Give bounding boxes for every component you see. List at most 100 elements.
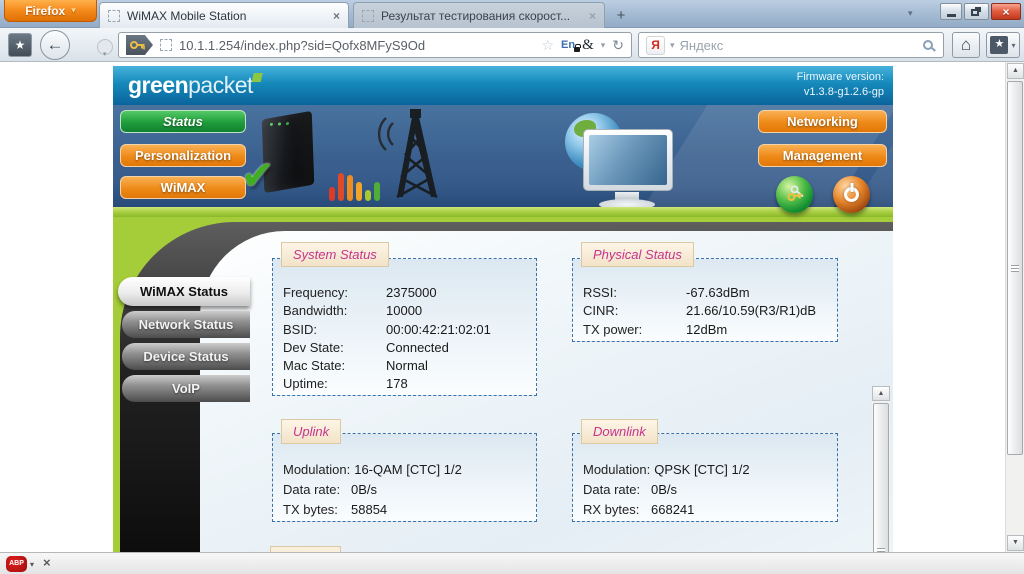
- status-row: CINR:21.66/10.59(R3/R1)dB: [583, 302, 831, 320]
- firefox-menu-label: Firefox: [25, 4, 65, 18]
- content-area: WiMAX Status Network Status Device Statu…: [113, 217, 893, 552]
- panel-title: Downlink: [581, 419, 658, 444]
- yandex-engine-icon[interactable]: Я: [646, 36, 665, 55]
- firmware-version: Firmware version: v1.3.8-g1.2.6-gp: [797, 70, 884, 100]
- green-divider-strip: [113, 207, 893, 217]
- status-row: Modulation:QPSK [CTC] 1/2: [583, 460, 831, 480]
- scroll-down-arrow-icon[interactable]: ▼: [1007, 535, 1024, 551]
- url-bar[interactable]: ☆ En & ▾ ↻: [118, 32, 632, 58]
- status-row: RSSI:-67.63dBm: [583, 284, 831, 302]
- star-icon: ★: [990, 36, 1008, 54]
- chevron-down-icon: ▾: [71, 5, 76, 16]
- monitor-icon: [583, 129, 673, 191]
- site-identity-key-icon[interactable]: [126, 35, 153, 55]
- login-keys-button[interactable]: [776, 176, 813, 213]
- back-arrow-icon: ←: [47, 35, 64, 54]
- history-chevron-icon[interactable]: ▾: [103, 50, 107, 58]
- radio-tower-icon: [363, 107, 449, 204]
- tab-title: Результат тестирования скорост...: [381, 9, 582, 23]
- engine-chevron-icon[interactable]: ▾: [670, 40, 675, 51]
- sidebar-tab-network-status[interactable]: Network Status: [122, 311, 250, 338]
- tab-speed-test-result[interactable]: Результат тестирования скорост... ×: [353, 2, 605, 28]
- status-row: Modulation:16-QAM [CTC] 1/2: [283, 460, 530, 480]
- scroll-up-arrow-icon[interactable]: ▲: [872, 386, 890, 401]
- home-icon: ⌂: [961, 35, 971, 54]
- tab-close-icon[interactable]: ×: [333, 9, 340, 23]
- new-tab-button[interactable]: +: [610, 8, 632, 26]
- reload-icon[interactable]: ↻: [612, 37, 624, 54]
- browser-scrollbar-thumb[interactable]: [1007, 81, 1023, 455]
- address-input[interactable]: [179, 38, 534, 53]
- sidebar-tab-wimax-status[interactable]: WiMAX Status: [118, 277, 250, 306]
- nav-management-button[interactable]: Management: [758, 144, 887, 167]
- tab-list-chevron-icon[interactable]: ▾: [908, 8, 913, 19]
- back-button[interactable]: ←: [40, 30, 70, 60]
- search-bar[interactable]: Я ▾: [638, 32, 944, 58]
- status-row: Mac State:Normal: [283, 357, 530, 375]
- sidebar-tab-device-status[interactable]: Device Status: [122, 343, 250, 370]
- tab-wimax-mobile-station[interactable]: WiMAX Mobile Station ×: [99, 2, 349, 28]
- wimax-page-body: greenpacket Firmware version: v1.3.8-g1.…: [113, 62, 893, 552]
- adblock-plus-button[interactable]: ABP: [6, 556, 27, 572]
- keys-icon: [785, 185, 805, 205]
- navigation-toolbar: ★ ← ▾ ☆ En & ▾ ↻ Я ▾ ⌂ ★: [0, 28, 1024, 62]
- chevron-down-icon[interactable]: ▾: [30, 560, 34, 569]
- status-row: Frequency:2375000: [283, 284, 530, 302]
- status-row: Dev State:Connected: [283, 339, 530, 357]
- content-scrollbar[interactable]: ▲: [872, 386, 890, 552]
- panel-title: Physical Status: [581, 242, 694, 267]
- lock-icon: [574, 47, 580, 52]
- physical-status-rows: RSSI:-67.63dBm CINR:21.66/10.59(R3/R1)dB…: [583, 284, 831, 339]
- panel-title: Uplink: [281, 419, 341, 444]
- ampersand-addon-icon[interactable]: &: [582, 37, 594, 54]
- uplink-rows: Modulation:16-QAM [CTC] 1/2 Data rate:0B…: [283, 460, 530, 520]
- nav-personalization-button[interactable]: Personalization: [120, 144, 246, 167]
- maximize-button[interactable]: [964, 3, 989, 20]
- firefox-menu-button[interactable]: Firefox ▾: [4, 0, 97, 22]
- content-scrollbar-thumb[interactable]: [873, 403, 889, 552]
- modem-led-icon: [270, 123, 273, 127]
- minimize-button[interactable]: [940, 3, 962, 20]
- favicon-placeholder-icon: [362, 10, 374, 22]
- bookmarks-sidebar-button[interactable]: ★: [8, 33, 32, 57]
- close-window-button[interactable]: ×: [991, 3, 1021, 20]
- power-button[interactable]: [833, 176, 870, 213]
- status-row: Data rate:0B/s: [583, 480, 831, 500]
- scroll-up-arrow-icon[interactable]: ▲: [1007, 63, 1024, 79]
- physical-status-panel: Physical Status RSSI:-67.63dBm CINR:21.6…: [572, 258, 838, 342]
- window-controls: ×: [940, 3, 1021, 20]
- minimize-icon: [947, 14, 956, 17]
- nav-wimax-button[interactable]: WiMAX: [120, 176, 246, 199]
- search-icon[interactable]: [923, 40, 933, 50]
- check-icon: ✔: [241, 153, 275, 199]
- search-input[interactable]: [680, 38, 918, 53]
- star-icon: ★: [15, 38, 26, 52]
- nav-networking-button[interactable]: Networking: [758, 110, 887, 133]
- monitor-base: [599, 199, 655, 207]
- status-row: TX bytes:58854: [283, 500, 530, 520]
- home-button[interactable]: ⌂: [952, 32, 980, 58]
- nav-status-button[interactable]: Status: [120, 110, 246, 133]
- close-icon: ×: [1002, 5, 1009, 19]
- logo-flag-icon: [252, 73, 263, 82]
- browser-scrollbar[interactable]: ▲ ▼: [1005, 62, 1024, 552]
- tab-close-icon[interactable]: ×: [589, 9, 596, 23]
- scrollbar-grip-icon: [1011, 265, 1019, 272]
- status-row: BSID:00:00:42:21:02:01: [283, 321, 530, 339]
- sidebar-tab-voip[interactable]: VoIP: [122, 375, 250, 402]
- maximize-icon: [971, 9, 979, 16]
- system-status-panel: System Status Frequency:2375000 Bandwidt…: [272, 258, 537, 396]
- status-row: TX power:12dBm: [583, 321, 831, 339]
- favicon-placeholder-icon: [160, 39, 172, 51]
- bookmarks-menu-button[interactable]: ★ ▾: [986, 32, 1020, 58]
- power-icon: [844, 187, 859, 202]
- system-status-rows: Frequency:2375000 Bandwidth:10000 BSID:0…: [283, 284, 530, 394]
- addon-bar-close-icon[interactable]: ×: [43, 555, 51, 570]
- language-indicator-icon[interactable]: En: [561, 39, 575, 51]
- dropdown-chevron-icon[interactable]: ▾: [601, 40, 606, 51]
- chevron-down-icon: ▾: [1011, 41, 1015, 50]
- bookmark-star-icon[interactable]: ☆: [541, 37, 554, 54]
- panel-title: System Status: [281, 242, 389, 267]
- window-titlebar: Firefox ▾ WiMAX Mobile Station × Результ…: [0, 0, 1024, 28]
- favicon-placeholder-icon: [108, 10, 120, 22]
